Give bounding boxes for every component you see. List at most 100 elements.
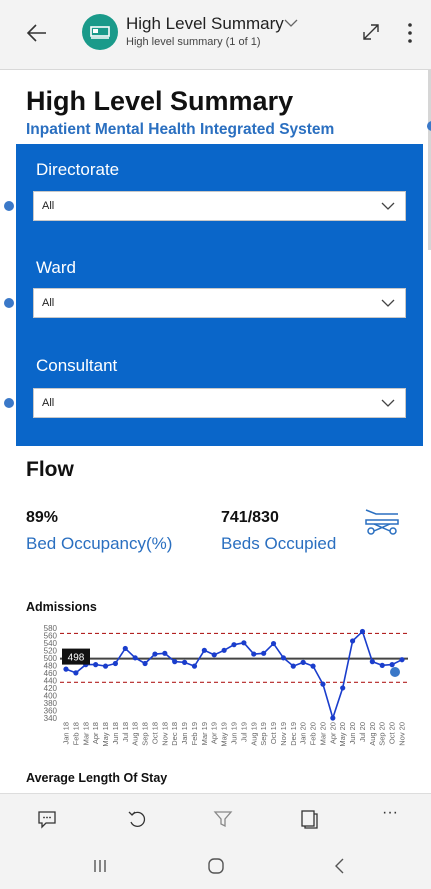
data-point: [221, 647, 227, 653]
report-title[interactable]: High Level Summary: [126, 14, 284, 34]
admissions-chart-title: Admissions: [26, 600, 97, 614]
reset-icon[interactable]: [126, 808, 148, 830]
comment-icon[interactable]: [36, 808, 58, 830]
x-tick-label: Feb 19: [190, 722, 199, 745]
beds-occupied-label: Beds Occupied: [221, 534, 337, 553]
chevron-down-icon: [381, 202, 395, 210]
x-tick-label: Aug 20: [368, 722, 377, 746]
chevron-down-icon[interactable]: [284, 18, 298, 28]
back-arrow-icon[interactable]: [24, 20, 50, 46]
average-length-of-stay-title: Average Length Of Stay: [26, 771, 168, 785]
x-tick-label: Aug 18: [131, 722, 140, 746]
x-tick-label: Nov 18: [160, 722, 169, 746]
data-point: [340, 685, 346, 691]
filter-label-ward: Ward: [36, 258, 76, 277]
x-tick-label: May 18: [101, 722, 110, 747]
x-tick-label: Apr 20: [328, 722, 337, 744]
bed-occupancy-label: Bed Occupancy(%): [26, 534, 173, 553]
x-tick-label: Sep 19: [259, 722, 268, 746]
pages-icon[interactable]: [298, 808, 320, 830]
data-point: [142, 660, 148, 667]
data-point: [172, 659, 178, 665]
beds-occupied-value: 741/830: [221, 509, 279, 526]
x-tick-label: Sep 20: [378, 722, 387, 746]
x-tick-label: Feb 18: [71, 722, 80, 745]
x-tick-label: Nov 19: [279, 722, 288, 746]
y-tick-label: 340: [44, 714, 58, 723]
data-point: [201, 647, 207, 653]
x-tick-label: Dec 19: [289, 722, 298, 746]
x-tick-label: Apr 18: [91, 722, 100, 744]
data-point: [270, 640, 277, 647]
data-point: [181, 659, 188, 665]
consultant-dropdown[interactable]: All: [33, 388, 406, 418]
data-point: [93, 662, 99, 668]
system-nav-bar: [0, 841, 431, 889]
x-tick-label: Jan 18: [62, 722, 71, 745]
report-page-indicator: High level summary (1 of 1): [126, 36, 261, 48]
visual-selection-handle[interactable]: [4, 201, 14, 211]
x-tick-label: Dec 18: [170, 722, 179, 746]
data-point: [251, 651, 257, 657]
visual-selection-handle[interactable]: [4, 298, 14, 308]
hospital-bed-icon: [82, 14, 118, 50]
data-point: [162, 650, 168, 656]
x-tick-label: Oct 20: [388, 722, 397, 744]
expand-icon[interactable]: [361, 22, 381, 42]
filter-panel: Directorate All Ward All Consultant All: [16, 144, 423, 446]
filter-label-consultant: Consultant: [36, 356, 118, 375]
data-point: [152, 651, 158, 657]
data-point: [349, 638, 356, 644]
directorate-dropdown[interactable]: All: [33, 191, 406, 221]
x-tick-label: Jan 19: [180, 722, 189, 745]
page-subtitle: Inpatient Mental Health Integrated Syste…: [26, 121, 335, 138]
data-point: [389, 662, 395, 668]
data-point: [211, 652, 217, 658]
x-tick-label: Oct 18: [150, 722, 159, 744]
x-tick-label: Mar 18: [81, 722, 90, 745]
admissions-chart[interactable]: 580560540520500480460440420400380360340J…: [16, 618, 416, 768]
data-point: [320, 681, 326, 687]
ward-dropdown[interactable]: All: [33, 288, 406, 318]
data-point: [290, 663, 296, 669]
visual-selection-handle[interactable]: [427, 121, 431, 131]
bed-icon: [365, 509, 399, 535]
x-tick-label: Mar 20: [318, 722, 327, 745]
filter-label-directorate: Directorate: [36, 160, 120, 179]
data-point: [63, 666, 69, 672]
data-point: [369, 659, 375, 665]
flow-section-title: Flow: [26, 458, 74, 481]
data-point: [231, 642, 237, 648]
dropdown-value: All: [42, 200, 55, 212]
bed-occupancy-value: 89%: [26, 509, 59, 526]
data-point: [399, 657, 405, 663]
x-tick-label: Jun 19: [230, 722, 239, 745]
data-point: [310, 663, 316, 669]
filter-icon[interactable]: [212, 808, 234, 830]
page-title: High Level Summary: [26, 86, 294, 116]
data-point: [191, 663, 198, 669]
more-horizontal-icon[interactable]: ···: [382, 804, 412, 826]
data-point: [122, 645, 128, 652]
chevron-down-icon: [381, 299, 395, 307]
home-icon[interactable]: [206, 856, 226, 876]
data-point: [112, 660, 119, 667]
recent-apps-icon[interactable]: [90, 856, 110, 876]
visual-selection-handle[interactable]: [4, 398, 14, 408]
data-point: [102, 663, 109, 669]
x-tick-label: Mar 19: [200, 722, 209, 745]
x-tick-label: Jun 20: [348, 722, 357, 745]
chevron-down-icon: [381, 399, 395, 407]
x-tick-label: May 19: [220, 722, 229, 747]
more-vertical-icon[interactable]: [406, 22, 414, 44]
tooltip-value: 498: [68, 653, 85, 664]
x-tick-label: Jul 19: [239, 722, 248, 742]
data-point: [359, 628, 366, 635]
report-toolbar: ···: [0, 793, 431, 841]
x-tick-label: Apr 19: [210, 722, 219, 744]
data-point: [132, 655, 138, 661]
x-tick-label: Jun 18: [111, 722, 120, 745]
data-point: [300, 659, 306, 665]
system-back-icon[interactable]: [330, 856, 350, 876]
app-bar: High Level Summary High level summary (1…: [0, 0, 431, 70]
